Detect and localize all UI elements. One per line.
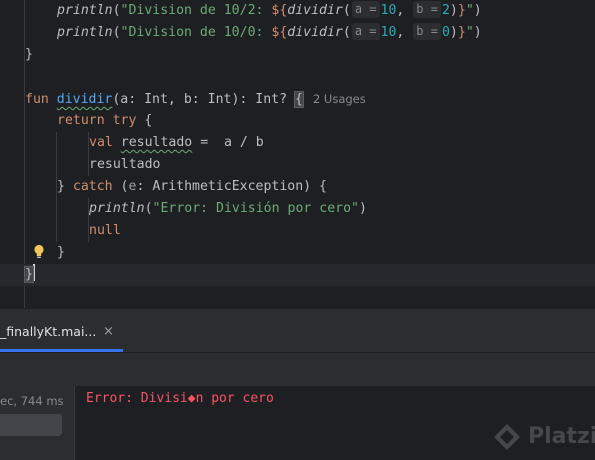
code-token: 10 (380, 3, 397, 18)
code-line[interactable]: println("Division de 10/2: ${dividir(a =… (0, 0, 595, 22)
platzi-watermark: Platzi (488, 418, 595, 458)
code-line[interactable]: fun dividir(a: Int, b: Int): Int? {2 Usa… (0, 88, 595, 110)
code-token: } (57, 245, 65, 260)
run-tree-panel: ec, 744 ms (0, 386, 75, 460)
console-error-line: Error: Divisi◆n por cero (86, 391, 274, 406)
code-token: dividir (287, 25, 343, 40)
code-token: ) (473, 25, 482, 40)
run-toolbar (0, 352, 595, 387)
matched-brace: { (293, 91, 304, 108)
code-token: ( (144, 201, 153, 216)
code-token: val (89, 135, 113, 150)
code-token: = a / b (192, 135, 264, 150)
code-token: try (112, 113, 137, 128)
code-token: resultado (120, 135, 193, 150)
watermark-text: Platzi (528, 424, 595, 449)
usages-link[interactable]: 2 Usages (313, 92, 366, 106)
code-token: null (89, 223, 121, 238)
code-token: ( (112, 179, 129, 194)
code-token: fun (25, 92, 49, 107)
code-token: catch (72, 179, 113, 194)
code-token: { (136, 113, 153, 128)
code-token: " (465, 25, 474, 40)
function-name[interactable]: dividir (57, 92, 113, 107)
code-token: : ArithmeticException) { (136, 179, 327, 194)
close-icon[interactable]: × (103, 321, 114, 343)
code-token: , (396, 3, 413, 18)
code-line[interactable]: println("Division de 10/0: ${dividir(a =… (0, 22, 595, 44)
run-config-tab[interactable]: _finallyKt.mai... (0, 321, 96, 343)
text-caret (32, 264, 35, 281)
lightbulb-icon[interactable] (33, 244, 45, 260)
code-line[interactable]: return try { (0, 110, 595, 132)
code-line[interactable]: resultado (0, 154, 595, 176)
run-tool-window-tabs: _finallyKt.mai... × (0, 308, 595, 353)
code-token: println (57, 25, 113, 40)
code-token: 0 (441, 25, 450, 40)
code-token: return (57, 113, 105, 128)
code-line-current[interactable]: } (0, 264, 595, 286)
platzi-logo-icon (494, 424, 520, 450)
code-token: } (457, 25, 466, 40)
code-token: "Division de 10/2: (120, 3, 272, 18)
code-line[interactable]: } (0, 242, 595, 264)
code-token: } (57, 179, 73, 194)
code-token: ${ (271, 25, 288, 40)
code-editor[interactable]: println("Division de 10/2: ${dividir(a =… (0, 0, 595, 308)
code-token: } (25, 47, 33, 62)
code-line[interactable]: println("Error: División por cero") (0, 198, 595, 220)
code-token: (a: Int, b: Int): Int? (112, 92, 295, 107)
matched-brace: } (24, 266, 34, 283)
code-token: 10 (380, 25, 397, 40)
code-token: } (457, 3, 466, 18)
code-token: println (57, 3, 113, 18)
code-token: ( (342, 3, 351, 18)
code-token: "Division de 10/0: (120, 25, 272, 40)
code-token: ( (112, 25, 121, 40)
selected-run-row[interactable] (0, 414, 62, 436)
code-token: , (396, 25, 413, 40)
code-token: ) (449, 25, 458, 40)
code-token: resultado (89, 157, 161, 172)
code-line[interactable]: } (0, 44, 595, 66)
code-token: dividir (287, 3, 343, 18)
code-token: ) (473, 3, 482, 18)
code-line[interactable]: val resultado = a / b (0, 132, 595, 154)
elapsed-time: ec, 744 ms (0, 394, 64, 408)
code-token: ( (342, 25, 351, 40)
code-token: "Error: División por cero" (152, 201, 359, 216)
code-token: 2 (441, 3, 450, 18)
code-token: println (89, 201, 145, 216)
code-line[interactable]: } catch (e: ArithmeticException) { (0, 176, 595, 198)
parameter-hint: a = (351, 1, 380, 18)
code-token: ${ (271, 3, 288, 18)
code-token: ) (449, 3, 458, 18)
code-token: ( (112, 3, 121, 18)
code-line[interactable]: null (0, 220, 595, 242)
code-token: ) (358, 201, 367, 216)
parameter-hint: a = (351, 23, 380, 40)
parameter-hint: b = (413, 23, 441, 40)
parameter-hint: b = (413, 1, 441, 18)
code-token: " (465, 3, 474, 18)
